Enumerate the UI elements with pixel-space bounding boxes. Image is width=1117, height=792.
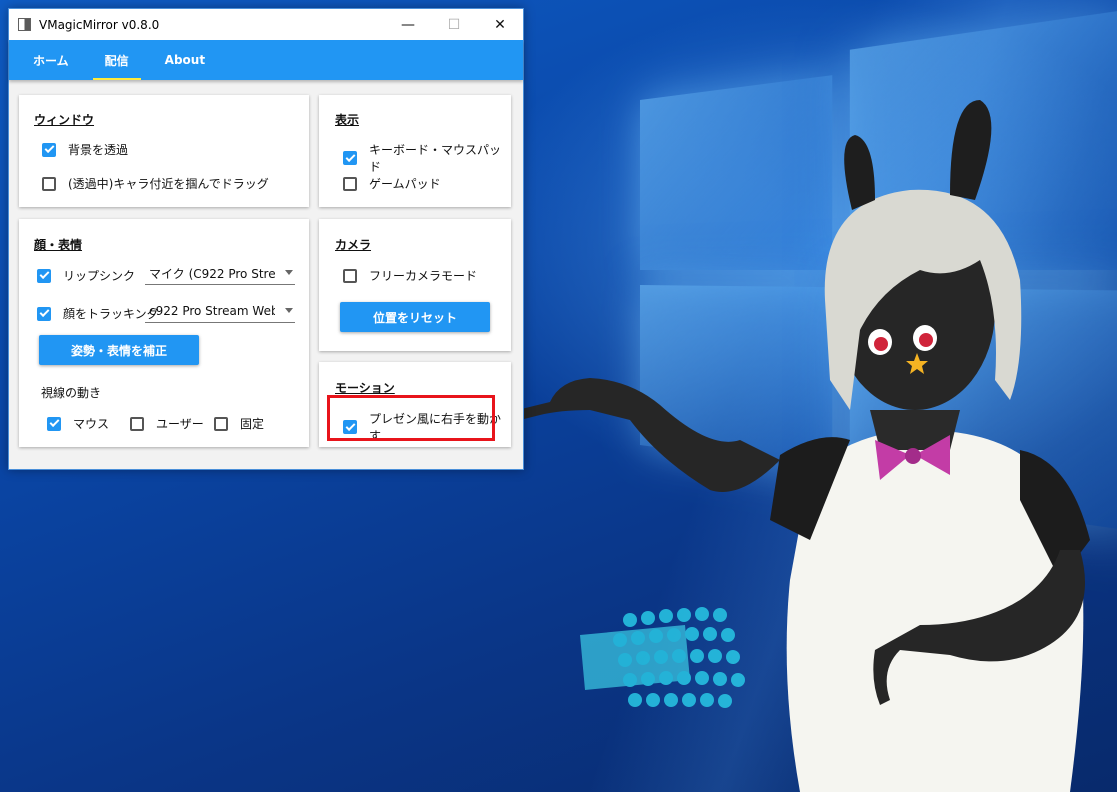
keyboard-mousepad-checkbox[interactable]: [343, 151, 357, 165]
tab-bar: ホーム 配信 About: [9, 40, 523, 80]
transparent-bg-option[interactable]: 背景を透過: [42, 141, 128, 158]
motion-settings-card: モーション プレゼン風に右手を動かす: [319, 362, 511, 447]
presentation-hand-checkbox[interactable]: [343, 420, 357, 434]
camera-select[interactable]: c922 Pro Stream Webca: [145, 300, 295, 323]
free-camera-checkbox[interactable]: [343, 268, 357, 283]
close-button[interactable]: ✕: [477, 9, 523, 40]
free-camera-label: フリーカメラモード: [369, 269, 478, 283]
microphone-select[interactable]: マイク (C922 Pro Stream: [145, 262, 295, 285]
gaze-mouse-radio[interactable]: [47, 416, 61, 431]
app-window: VMagicMirror v0.8.0 — ☐ ✕ ホーム 配信 About ウ…: [8, 8, 524, 470]
gaze-mouse-option[interactable]: マウス: [47, 415, 109, 432]
camera-select-value: c922 Pro Stream Webca: [149, 304, 275, 318]
chevron-down-icon: [285, 308, 293, 313]
display-settings-card: 表示 キーボード・マウスパッド ゲームパッド: [319, 95, 511, 207]
lipsync-checkbox[interactable]: [37, 268, 51, 283]
transparent-bg-checkbox[interactable]: [42, 142, 56, 157]
microphone-select-value: マイク (C922 Pro Stream: [149, 266, 275, 281]
display-card-title: 表示: [335, 113, 360, 127]
gaze-user-option[interactable]: ユーザー: [130, 415, 204, 432]
drag-near-char-label: (透過中)キャラ付近を掴んでドラッグ: [68, 177, 269, 191]
reset-position-button[interactable]: 位置をリセット: [340, 302, 490, 332]
minimize-button[interactable]: —: [385, 9, 431, 40]
tab-home[interactable]: ホーム: [15, 40, 87, 80]
gaze-user-radio[interactable]: [130, 416, 144, 431]
keyboard-mousepad-label: キーボード・マウスパッド: [369, 143, 502, 174]
gamepad-checkbox[interactable]: [343, 176, 357, 191]
gamepad-option[interactable]: ゲームパッド: [343, 175, 441, 192]
camera-settings-card: カメラ フリーカメラモード 位置をリセット: [319, 219, 511, 351]
window-settings-card: ウィンドウ 背景を透過 (透過中)キャラ付近を掴んでドラッグ: [19, 95, 309, 207]
app-icon: [18, 18, 31, 31]
gaze-fixed-radio[interactable]: [214, 416, 228, 431]
drag-near-char-checkbox[interactable]: [42, 176, 56, 191]
face-tracking-checkbox[interactable]: [37, 306, 51, 321]
face-expression-card: 顔・表情 リップシンク マイク (C922 Pro Stream 顔をトラッキン…: [19, 219, 309, 447]
motion-card-title: モーション: [335, 381, 395, 395]
gaze-user-label: ユーザー: [156, 417, 204, 431]
title-bar[interactable]: VMagicMirror v0.8.0 — ☐ ✕: [9, 9, 523, 40]
presentation-hand-option[interactable]: プレゼン風に右手を動かす: [343, 410, 511, 444]
tab-about[interactable]: About: [147, 40, 223, 80]
window-title: VMagicMirror v0.8.0: [39, 17, 160, 32]
face-tracking-option[interactable]: 顔をトラッキング: [37, 305, 159, 322]
calibrate-button[interactable]: 姿勢・表情を補正: [39, 335, 199, 365]
gamepad-label: ゲームパッド: [369, 177, 441, 191]
avatar-character: [498, 100, 1090, 792]
gaze-label: 視線の動き: [41, 386, 102, 400]
camera-card-title: カメラ: [335, 238, 372, 252]
presentation-hand-label: プレゼン風に右手を動かす: [369, 412, 502, 443]
lipsync-option[interactable]: リップシンク: [37, 267, 135, 284]
maximize-button[interactable]: ☐: [431, 9, 477, 40]
face-card-title: 顔・表情: [34, 238, 83, 252]
keyboard-mousepad-option[interactable]: キーボード・マウスパッド: [343, 141, 511, 175]
window-card-title: ウィンドウ: [34, 113, 95, 127]
drag-near-char-option[interactable]: (透過中)キャラ付近を掴んでドラッグ: [42, 175, 269, 192]
gaze-mouse-label: マウス: [73, 417, 110, 431]
chevron-down-icon: [285, 270, 293, 275]
free-camera-option[interactable]: フリーカメラモード: [343, 267, 477, 284]
gaze-fixed-label: 固定: [240, 417, 265, 431]
lipsync-label: リップシンク: [63, 269, 136, 283]
gaze-fixed-option[interactable]: 固定: [214, 415, 264, 432]
transparent-bg-label: 背景を透過: [68, 143, 129, 157]
tab-streaming[interactable]: 配信: [87, 40, 147, 80]
